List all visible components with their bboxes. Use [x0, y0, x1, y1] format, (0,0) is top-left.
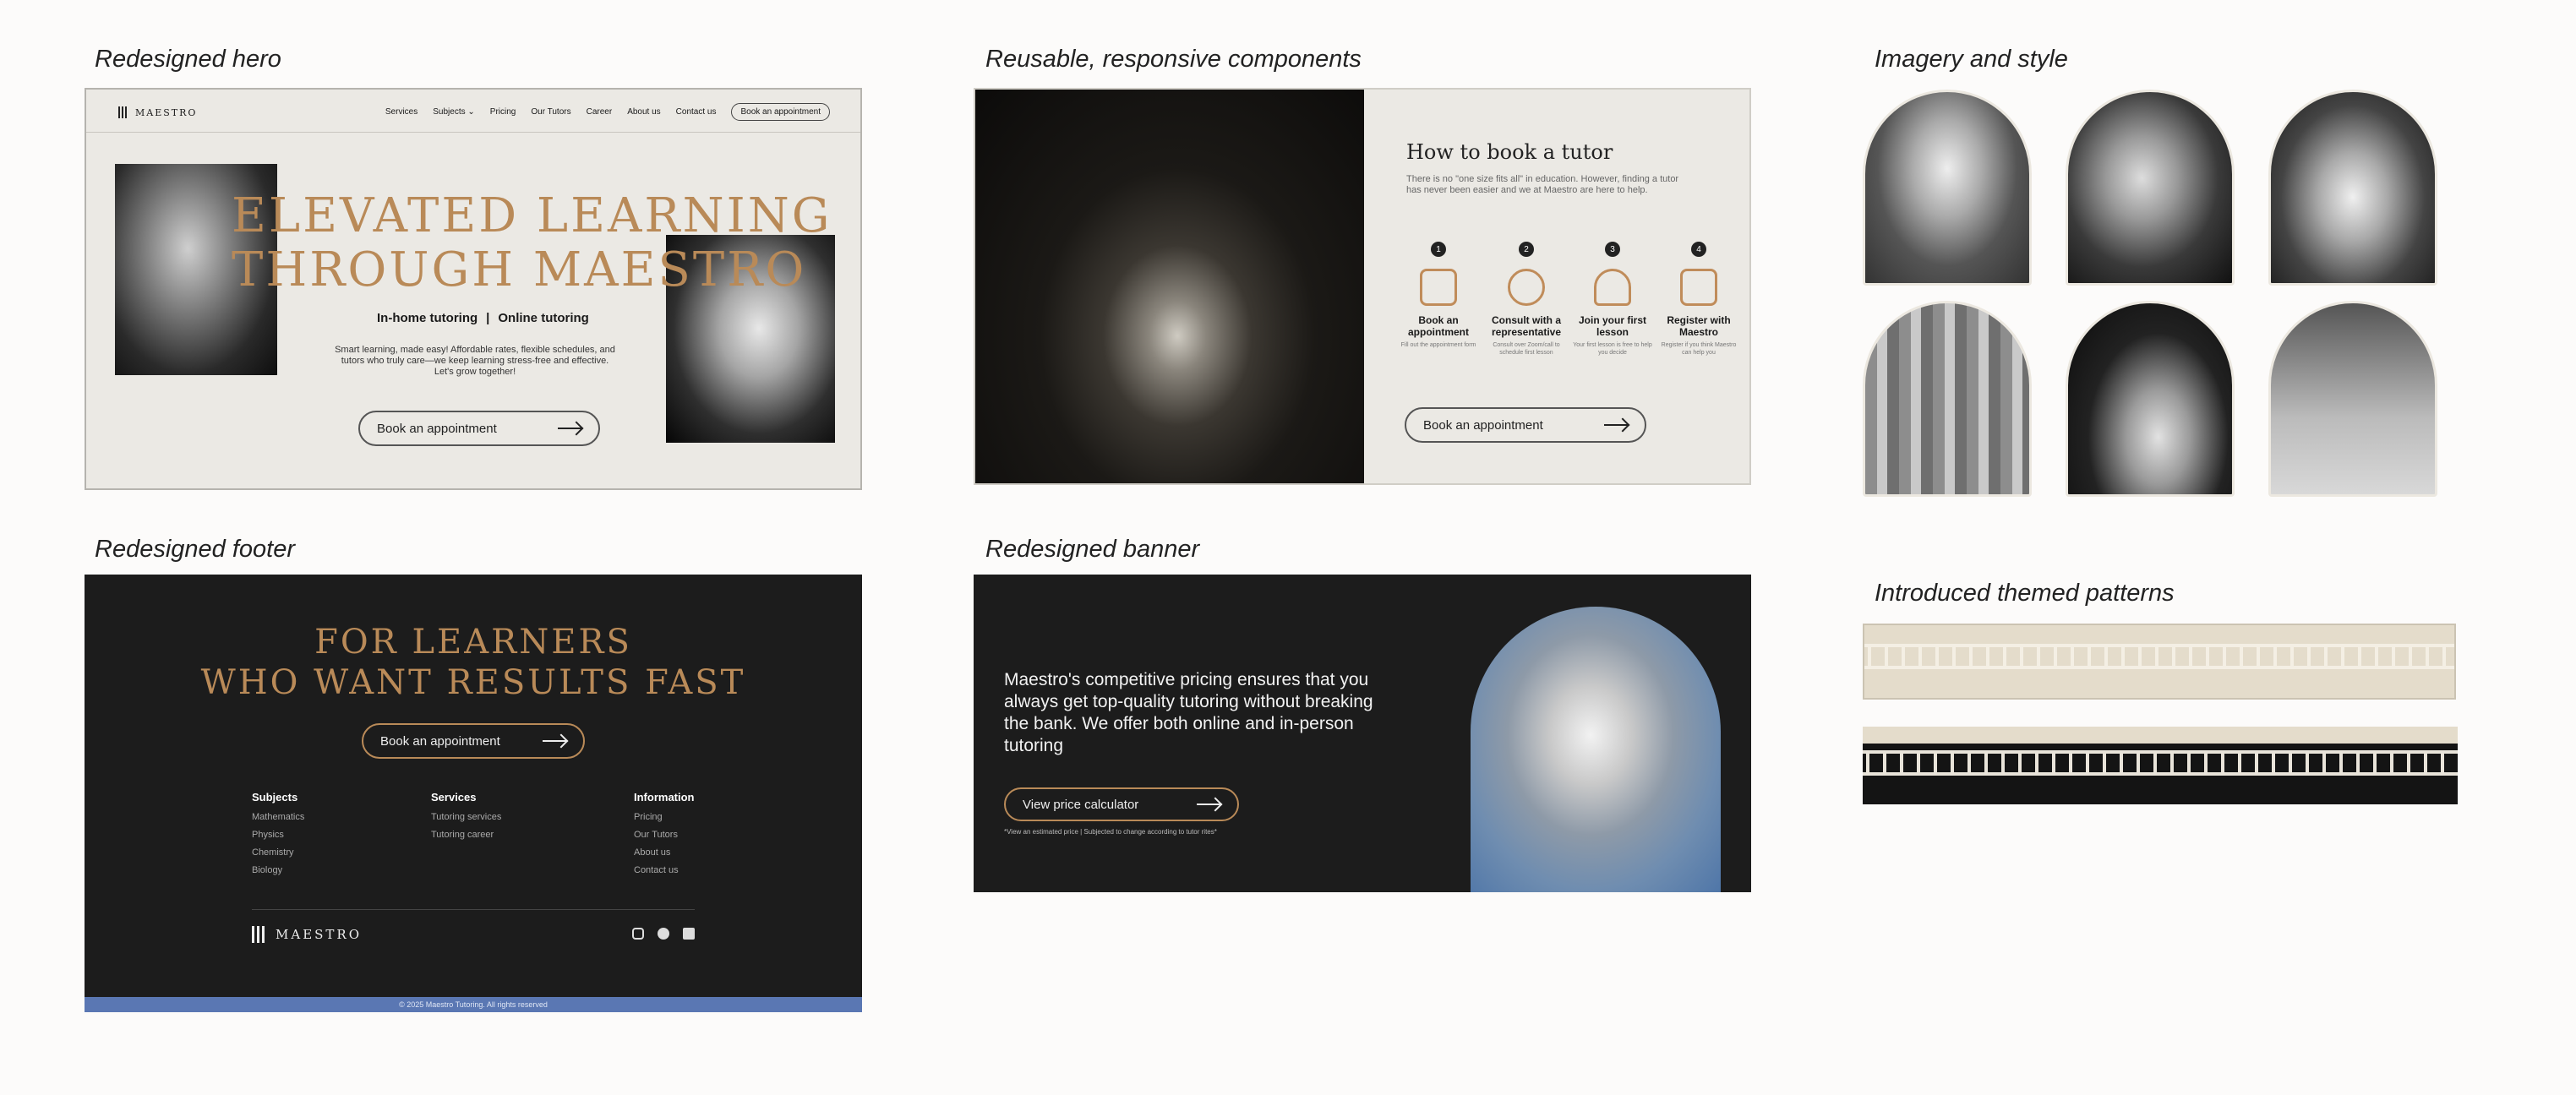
footer-col-services: Services Tutoring services Tutoring care…: [431, 791, 502, 840]
footer-link-contact-us[interactable]: Contact us: [634, 865, 695, 875]
footer-copyright-bar: © 2025 Maestro Tutoring. All rights rese…: [85, 997, 862, 1012]
arrow-right-icon: [558, 428, 581, 429]
footer-link-mathematics[interactable]: Mathematics: [252, 812, 304, 822]
document-check-icon: [1680, 269, 1717, 306]
nav-contact[interactable]: Contact us: [676, 107, 717, 117]
footer-link-biology[interactable]: Biology: [252, 865, 304, 875]
arrow-right-icon: [1604, 424, 1628, 426]
facebook-icon[interactable]: [658, 928, 669, 940]
hero-logo[interactable]: MAESTRO: [118, 106, 197, 118]
components-title: How to book a tutor: [1406, 140, 1613, 164]
arch-david-bust-image: [1863, 90, 2032, 286]
hero-body-text: Smart learning, made easy! Affordable ra…: [335, 345, 615, 377]
nav-subjects[interactable]: Subjects ⌄: [433, 107, 475, 117]
footer-logo[interactable]: MAESTRO: [252, 926, 362, 943]
footer-headline: FOR LEARNERS WHO WANT RESULTS FAST: [200, 623, 746, 702]
label-patterns: Introduced themed patterns: [1875, 580, 2175, 607]
footer-panel: FOR LEARNERS WHO WANT RESULTS FAST Book …: [85, 575, 862, 1012]
arrow-right-icon: [543, 740, 566, 742]
nav-services[interactable]: Services: [385, 107, 418, 117]
footer-social: [632, 928, 695, 940]
label-components: Reusable, responsive components: [985, 46, 1362, 73]
footer-link-pricing[interactable]: Pricing: [634, 812, 695, 822]
arch-caryatids-image: [2268, 301, 2437, 497]
banner-thinker-statue-image: [1471, 607, 1721, 892]
nav-career[interactable]: Career: [587, 107, 613, 117]
components-book-button[interactable]: Book an appointment: [1405, 407, 1646, 443]
arch-roman-statue-image: [2066, 90, 2235, 286]
label-imagery: Imagery and style: [1875, 46, 2068, 73]
banner-text: Maestro's competitive pricing ensures th…: [1004, 670, 1373, 755]
footer-col-information: Information Pricing Our Tutors About us …: [634, 791, 695, 875]
hero-tutoring-modes: In-home tutoring | Online tutoring: [377, 311, 589, 325]
footer-link-tutoring-services[interactable]: Tutoring services: [431, 812, 501, 822]
step-register: 4 Register with Maestro Register if you …: [1658, 242, 1739, 357]
step-first-lesson: 3 Join your first lesson Your first less…: [1572, 242, 1653, 357]
components-panel: How to book a tutor There is no "one siz…: [974, 88, 1751, 485]
banner-footnote: *View an estimated price | Subjected to …: [1004, 828, 1217, 836]
arch-angel-statue-image: [2268, 90, 2437, 286]
hero-book-button[interactable]: Book an appointment: [358, 411, 600, 446]
footer-divider: [252, 909, 695, 910]
label-redesigned-hero: Redesigned hero: [95, 46, 281, 73]
banner-panel: Maestro's competitive pricing ensures th…: [974, 575, 1751, 892]
footer-link-tutoring-career[interactable]: Tutoring career: [431, 830, 501, 840]
nav-pricing[interactable]: Pricing: [490, 107, 516, 117]
hero-headline: ELEVATED LEARNING THROUGH MAESTRO: [232, 188, 832, 297]
footer-col-subjects: Subjects Mathematics Physics Chemistry B…: [252, 791, 305, 875]
nav-divider: [86, 132, 860, 133]
linkedin-icon[interactable]: [683, 928, 695, 940]
headset-icon: [1508, 269, 1545, 306]
pattern-dark-meander: [1863, 727, 2458, 804]
label-redesigned-footer: Redesigned footer: [95, 536, 295, 563]
users-icon: [1594, 269, 1631, 306]
instagram-icon[interactable]: [632, 928, 644, 940]
footer-link-about-us[interactable]: About us: [634, 847, 695, 858]
chevron-down-icon: ⌄: [467, 107, 475, 117]
step-consult: 2 Consult with a representative Consult …: [1486, 242, 1567, 357]
logo-columns-icon: [252, 926, 267, 943]
step-book-appointment: 1 Book an appointment Fill out the appoi…: [1398, 242, 1479, 349]
footer-book-button[interactable]: Book an appointment: [362, 723, 585, 759]
arrow-right-icon: [1197, 804, 1220, 805]
nav-about[interactable]: About us: [627, 107, 660, 117]
arch-raised-arm-statue-image: [2066, 301, 2235, 497]
pattern-light-meander: [1863, 624, 2456, 700]
footer-link-chemistry[interactable]: Chemistry: [252, 847, 304, 858]
footer-link-our-tutors[interactable]: Our Tutors: [634, 830, 695, 840]
hero-panel: MAESTRO Services Subjects ⌄ Pricing Our …: [85, 88, 862, 490]
arch-columns-image: [1863, 301, 2032, 497]
components-student-photo: [975, 90, 1364, 483]
components-intro: There is no "one size fits all" in educa…: [1406, 174, 1679, 195]
nav-book-button[interactable]: Book an appointment: [731, 103, 830, 121]
label-redesigned-banner: Redesigned banner: [985, 536, 1200, 563]
calendar-check-icon: [1420, 269, 1457, 306]
logo-columns-icon: [118, 106, 128, 118]
nav-our-tutors[interactable]: Our Tutors: [531, 107, 570, 117]
footer-link-physics[interactable]: Physics: [252, 830, 304, 840]
hero-nav: Services Subjects ⌄ Pricing Our Tutors C…: [385, 103, 830, 121]
price-calculator-button[interactable]: View price calculator: [1004, 787, 1239, 821]
